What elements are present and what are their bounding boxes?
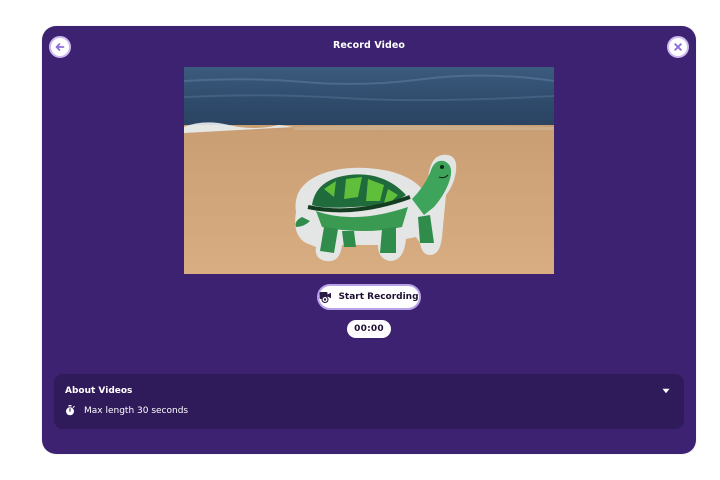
record-video-dialog: Record Video Start Recording 00:00 About… — [42, 26, 696, 454]
camera-record-icon — [319, 292, 332, 303]
max-length-text: Max length 30 seconds — [84, 405, 189, 416]
dialog-title: Record Video — [332, 40, 406, 51]
about-videos-panel: About Videos Max length 30 seconds — [54, 374, 684, 429]
stopwatch-icon — [66, 405, 75, 416]
close-icon — [674, 43, 682, 51]
about-videos-toggle[interactable] — [660, 386, 672, 396]
video-preview — [184, 67, 554, 274]
recording-timer: 00:00 — [347, 320, 391, 338]
max-length-row: Max length 30 seconds — [65, 405, 188, 416]
start-recording-label: Start Recording — [338, 292, 419, 302]
video-frame — [184, 67, 554, 274]
start-recording-button[interactable]: Start Recording — [317, 284, 421, 310]
about-videos-heading: About Videos — [65, 386, 133, 396]
close-button[interactable] — [667, 36, 689, 58]
caret-down-icon — [662, 388, 670, 394]
